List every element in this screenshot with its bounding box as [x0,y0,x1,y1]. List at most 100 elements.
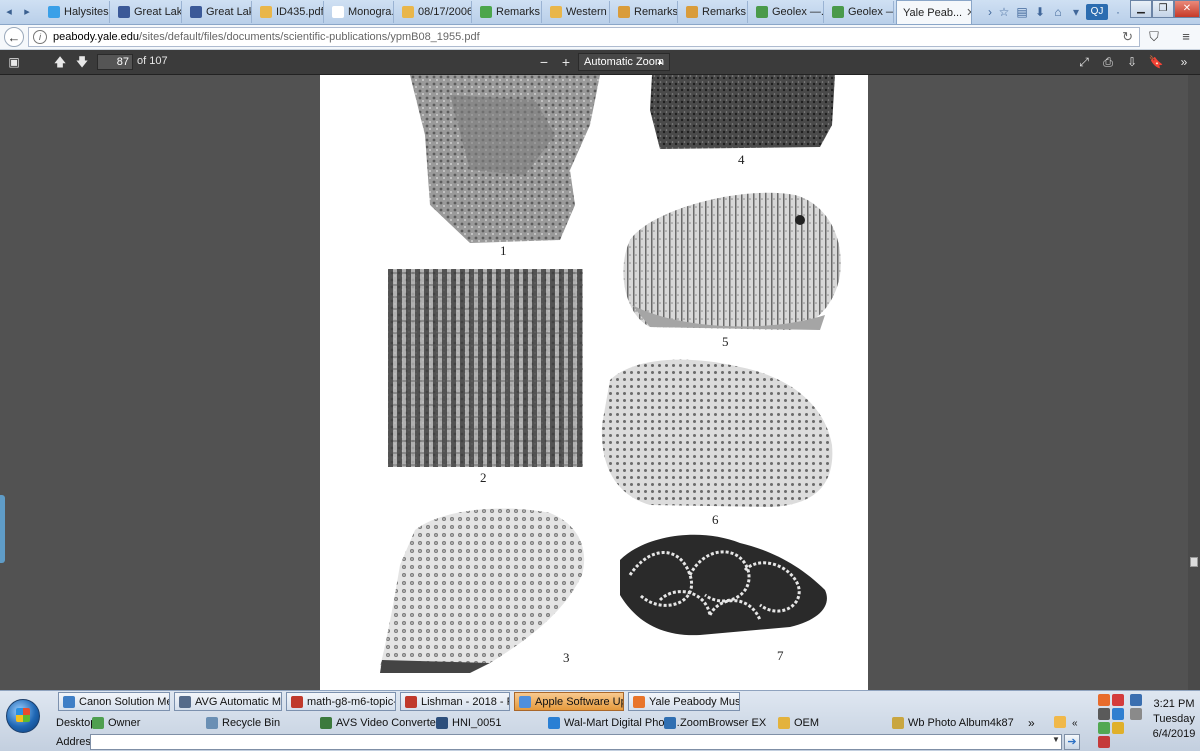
quicklink-item[interactable]: HNI_0051 [436,715,502,731]
taskbar-window-button[interactable]: Apple Software Upd... [514,692,624,711]
toolbar-overflow-icon[interactable]: » [1028,715,1035,731]
tray-network-icon[interactable] [1130,694,1142,706]
tray-notes-icon[interactable] [1054,716,1066,728]
taskbar-window-button[interactable]: Canon Solution Menu [58,692,170,711]
app-icon [405,695,417,708]
tab-list-icon[interactable]: ▸ [20,3,34,21]
pdf-viewer[interactable]: 1 2 3 4 5 6 7 [0,75,1200,690]
browser-tab[interactable]: Geolex —... [826,1,894,23]
browser-tab[interactable]: Geolex —... [750,1,824,23]
extension-icon[interactable]: · [1110,4,1126,20]
quicklink-item[interactable]: Wal-Mart Digital Photo... [548,715,683,731]
quicklink-icon [892,717,904,729]
taskbar-window-button[interactable]: Yale Peabody Muse... [628,692,740,711]
taskbar-window-label: Lishman - 2018 - Re... [421,695,509,708]
scrollbar-thumb[interactable] [1190,557,1198,567]
figure-7-specimen [620,534,827,636]
menu-dropdown-icon[interactable]: ▾ [1068,4,1084,20]
reading-list-icon[interactable]: ▤ [1014,4,1030,20]
maximize-button[interactable]: ❐ [1152,0,1174,18]
tools-menu-icon[interactable]: » [1176,54,1192,70]
bookmark-star-icon[interactable]: ☆ [996,4,1012,20]
hamburger-menu-icon[interactable]: ≡ [1178,29,1194,45]
browser-tab[interactable]: Yale Peab...✕ [896,0,972,24]
site-info-icon[interactable]: i [33,30,47,44]
back-button[interactable]: ← [4,27,24,47]
tray-volume-icon[interactable] [1130,708,1142,720]
vertical-scrollbar[interactable] [1188,75,1200,690]
home-icon[interactable]: ⌂ [1050,4,1066,20]
browser-tab[interactable]: ID435.pdf;seq... [254,1,324,23]
figure-label-5: 5 [722,334,729,349]
quicklink-icon [436,717,448,729]
page-number-input[interactable]: 87 [97,54,133,70]
quicklink-item[interactable]: Owner [92,715,140,731]
sidebar-handle[interactable] [0,495,5,563]
tray-update-icon[interactable] [1098,736,1110,748]
reload-icon[interactable]: ↻ [1122,29,1133,45]
quicklink-label: ZoomBrowser EX [680,717,767,729]
bookmark-icon[interactable]: 🔖 [1148,54,1164,70]
browser-tab[interactable]: Halysites ... [42,1,110,23]
page-icon [618,6,630,18]
sidebar-toggle-icon[interactable]: ▣ [6,54,22,70]
url-path: /sites/default/files/documents/scientifi… [139,31,480,43]
browser-tab[interactable]: Great Lak... [112,1,182,23]
quicklink-item[interactable]: ZoomBrowser EX [664,715,766,731]
browser-tab[interactable]: 08/17/2006,09... [396,1,472,23]
quicklink-item[interactable]: Desktop [56,715,96,731]
presentation-mode-icon[interactable]: ⤢ [1076,54,1092,70]
print-icon[interactable]: ⎙ [1100,54,1116,70]
taskbar-window-label: Apple Software Upd... [535,695,623,708]
tray-bluetooth-icon[interactable] [1112,708,1124,720]
page-count: of 107 [137,55,168,67]
taskbar-window-button[interactable]: math-g8-m6-topic-... [286,692,396,711]
taskbar-window-label: math-g8-m6-topic-... [307,695,396,708]
quicklink-item[interactable]: Wb Photo Album4k87 [892,715,1014,731]
profile-icon[interactable]: QJ [1086,4,1108,20]
browser-tab[interactable]: Western Mich... [544,1,610,23]
pocket-icon[interactable]: ⛉ [1146,29,1162,45]
next-page-icon[interactable]: 🡇 [74,54,90,70]
browser-tab[interactable]: Monogra... [326,1,394,23]
save-icon[interactable]: ⇩ [1124,54,1140,70]
previous-page-icon[interactable]: 🡅 [52,54,68,70]
browser-tab[interactable]: Great Lak... [184,1,252,23]
quicklink-item[interactable]: AVS Video Converter [320,715,440,731]
browser-tab-label: 08/17/2006,09... [418,6,472,18]
tray-antivirus-icon[interactable] [1112,694,1124,706]
url-bar[interactable]: i peabody.yale.edu /sites/default/files/… [28,27,1140,47]
address-dropdown-icon[interactable]: ▼ [1052,735,1060,744]
taskbar-window-button[interactable]: AVG Automatic Mai... [174,692,282,711]
download-icon[interactable]: ⬇ [1032,4,1048,20]
tray-flag-icon[interactable] [1112,722,1124,734]
taskbar-clock[interactable]: 3:21 PM Tuesday 6/4/2019 [1148,697,1200,742]
tray-expand-icon[interactable]: « [1072,715,1078,731]
taskbar-window-button[interactable]: Lishman - 2018 - Re... [400,692,510,711]
address-input[interactable] [90,734,1062,750]
tray-power-icon[interactable] [1098,722,1110,734]
quicklink-icon [778,717,790,729]
quicklink-item[interactable]: OEM [778,715,819,731]
tray-device-icon[interactable] [1098,708,1110,720]
tray-avast-icon[interactable] [1098,694,1110,706]
quicklink-item[interactable]: Recycle Bin [206,715,280,731]
browser-tab-label: Yale Peab... [903,6,963,19]
minimize-button[interactable]: ▁ [1130,0,1152,18]
taskbar-window-label: Yale Peabody Muse... [649,695,740,708]
tab-close-icon[interactable]: ✕ [966,6,971,19]
browser-tab[interactable]: Remarks ... [612,1,678,23]
app-icon [179,695,191,708]
windows-taskbar: Canon Solution Menu AVG Automatic Mai... m… [0,690,1200,751]
start-button[interactable] [6,699,40,733]
close-window-button[interactable]: ✕ [1174,0,1200,18]
zoom-out-button[interactable]: − [536,54,552,70]
zoom-in-button[interactable]: + [558,54,574,70]
pdf-toolbar: ▣ 🡅 🡇 87 of 107 − + Automatic Zoom ▲▼ ⤢ … [0,50,1200,82]
tab-scroll-left-icon[interactable]: ◂ [2,3,16,21]
address-go-button[interactable]: ➔ [1064,734,1080,750]
zoom-select[interactable]: Automatic Zoom ▲▼ [578,53,670,82]
browser-tab-label: Remarks ... [634,6,678,18]
browser-tab[interactable]: Remarks ... [474,1,542,23]
browser-tab[interactable]: Remarks ... [680,1,748,23]
